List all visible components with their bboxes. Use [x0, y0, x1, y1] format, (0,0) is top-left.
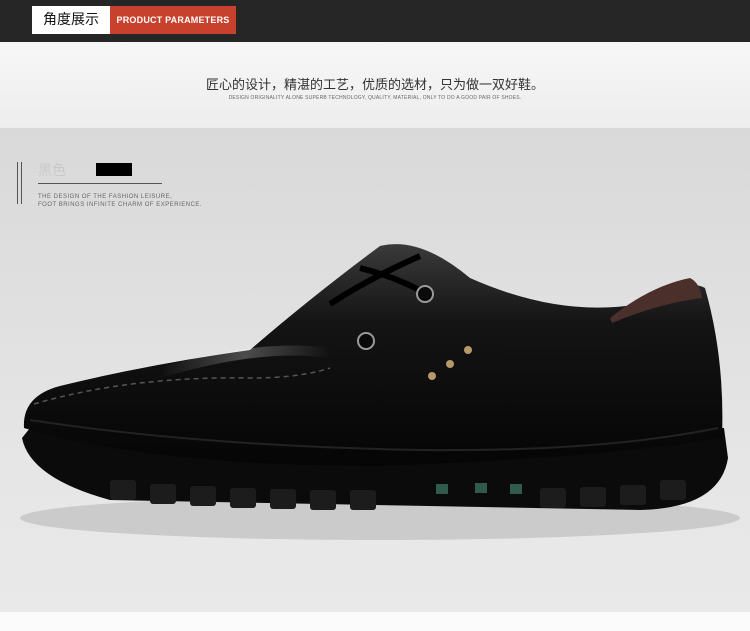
header-bar: 角度展示 PRODUCT PARAMETERS	[0, 0, 750, 42]
section-title-en: PRODUCT PARAMETERS	[110, 6, 236, 34]
section-title-cn: 角度展示	[32, 6, 110, 34]
decorative-double-line	[17, 162, 23, 204]
color-swatch	[96, 163, 132, 176]
footer-strip	[0, 612, 750, 631]
slogan-en: DESIGN ORIGINALITY ALONE SUPERB TECHNOLO…	[228, 95, 522, 101]
slogan-cn: 匠心的设计，精湛的工艺，优质的选材，只为做一双好鞋。	[205, 78, 544, 93]
description-line-1: THE DESIGN OF THE FASHION LEISURE,	[38, 194, 173, 200]
divider	[38, 183, 162, 184]
description-line-2: FOOT BRINGS INFINITE CHARM OF EXPERIENCE…	[38, 202, 203, 208]
color-name: 黑色	[38, 163, 66, 179]
product-description: THE DESIGN OF THE FASHION LEISURE, FOOT …	[38, 193, 202, 209]
